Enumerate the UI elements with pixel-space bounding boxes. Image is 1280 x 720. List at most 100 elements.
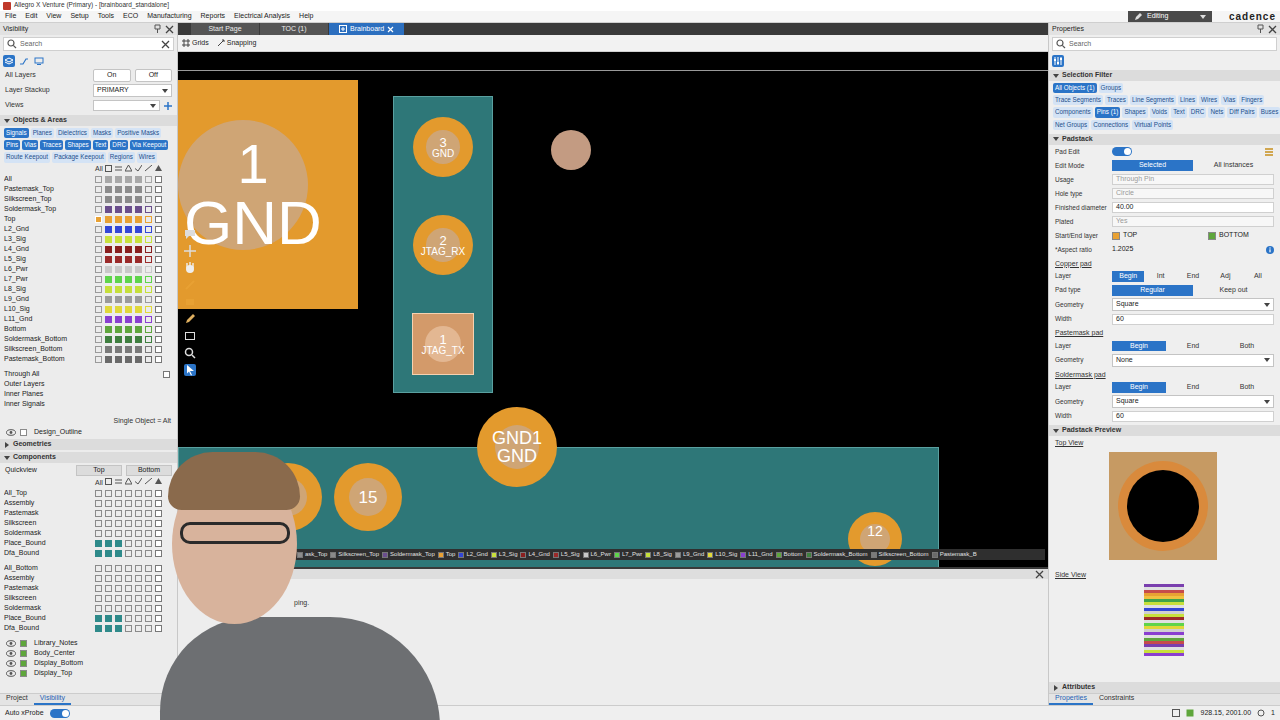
layer-visibility-box[interactable] — [105, 176, 112, 183]
layer-visibility-box[interactable] — [155, 276, 162, 283]
pad[interactable]: 2JTAG_RX — [413, 215, 473, 275]
layer-visibility-box[interactable] — [155, 326, 162, 333]
layer-visibility-box[interactable] — [145, 266, 152, 273]
group-label[interactable]: Inner Signals — [4, 400, 45, 409]
filter-chip[interactable]: Pins (1) — [1095, 107, 1121, 117]
close-icon[interactable] — [165, 25, 174, 34]
component-visibility-box[interactable] — [125, 520, 132, 527]
component-visibility-box[interactable] — [105, 605, 112, 612]
grid-status-icon[interactable] — [1172, 709, 1180, 717]
component-visibility-box[interactable] — [135, 605, 142, 612]
layer-visibility-box[interactable] — [115, 236, 122, 243]
layer-visibility-box[interactable] — [105, 236, 112, 243]
filter-chip[interactable]: Buses — [1259, 107, 1280, 117]
active-layer-marker[interactable] — [95, 346, 102, 353]
component-visibility-box[interactable] — [95, 595, 102, 602]
layer-visibility-box[interactable] — [145, 186, 152, 193]
filter-chip[interactable]: Planes — [31, 128, 54, 138]
menu-item[interactable]: File — [5, 12, 16, 21]
layer-visibility-box[interactable] — [135, 316, 142, 323]
color-box[interactable] — [20, 670, 27, 677]
component-visibility-box[interactable] — [145, 540, 152, 547]
document-tab[interactable]: TOC (1) — [260, 23, 328, 35]
segment-option[interactable]: Adj — [1209, 271, 1241, 282]
legend-item[interactable]: Top — [438, 551, 456, 559]
component-visibility-box[interactable] — [95, 605, 102, 612]
component-visibility-box[interactable] — [145, 530, 152, 537]
filter-chip[interactable]: Fingers — [1239, 95, 1264, 105]
component-visibility-box[interactable] — [135, 530, 142, 537]
component-visibility-box[interactable] — [155, 550, 162, 557]
toolbar-button[interactable]: Snapping — [217, 39, 257, 48]
pin-icon[interactable] — [1256, 24, 1265, 34]
panel-tab[interactable]: Properties — [1049, 694, 1093, 705]
column-icon[interactable] — [105, 165, 112, 172]
layer-visibility-box[interactable] — [105, 326, 112, 333]
component-visibility-box[interactable] — [145, 565, 152, 572]
layer-visibility-box[interactable] — [105, 226, 112, 233]
column-icon[interactable] — [125, 478, 132, 485]
menu-item[interactable]: Edit — [25, 12, 37, 21]
component-visibility-box[interactable] — [115, 540, 122, 547]
component-visibility-box[interactable] — [115, 615, 122, 622]
column-icon[interactable] — [125, 165, 132, 172]
component-visibility-box[interactable] — [135, 500, 142, 507]
filter-chip[interactable]: Text — [93, 140, 109, 150]
component-visibility-box[interactable] — [145, 615, 152, 622]
menu-item[interactable]: ECO — [123, 12, 138, 21]
component-visibility-box[interactable] — [145, 625, 152, 632]
snap-status-icon[interactable] — [1186, 709, 1194, 717]
component-visibility-box[interactable] — [115, 500, 122, 507]
component-visibility-box[interactable] — [155, 510, 162, 517]
caret-icon[interactable] — [4, 118, 10, 124]
color-box[interactable] — [20, 660, 27, 667]
component-visibility-box[interactable] — [125, 510, 132, 517]
component-visibility-box[interactable] — [95, 520, 102, 527]
component-visibility-box[interactable] — [95, 550, 102, 557]
layer-visibility-box[interactable] — [125, 206, 132, 213]
layer-visibility-box[interactable] — [115, 246, 122, 253]
segment-option[interactable]: Regular — [1112, 285, 1193, 296]
legend-item[interactable]: Soldermask_Bottom — [806, 551, 868, 559]
filter-chip[interactable]: Lines — [1178, 95, 1197, 105]
layer-visibility-box[interactable] — [135, 246, 142, 253]
color-box[interactable] — [20, 650, 27, 657]
layer-visibility-box[interactable] — [145, 196, 152, 203]
layer-visibility-box[interactable] — [155, 246, 162, 253]
filter-chip[interactable]: DRC — [1189, 107, 1207, 117]
layer-visibility-box[interactable] — [135, 356, 142, 363]
legend-item[interactable]: L5_Sig — [553, 551, 580, 559]
xprobe-toggle[interactable] — [50, 709, 70, 718]
component-visibility-box[interactable] — [145, 500, 152, 507]
layer-visibility-box[interactable] — [145, 216, 152, 223]
component-visibility-box[interactable] — [145, 605, 152, 612]
filter-chip[interactable]: Positive Masks — [115, 128, 161, 138]
layer-visibility-box[interactable] — [155, 196, 162, 203]
filter-chip[interactable]: All Objects (1) — [1053, 83, 1097, 93]
layer-visibility-box[interactable] — [145, 236, 152, 243]
layer-visibility-box[interactable] — [125, 276, 132, 283]
layer-visibility-box[interactable] — [145, 256, 152, 263]
component-visibility-box[interactable] — [115, 530, 122, 537]
component-visibility-box[interactable] — [155, 605, 162, 612]
component-visibility-box[interactable] — [155, 585, 162, 592]
component-visibility-box[interactable] — [125, 625, 132, 632]
layer-visibility-box[interactable] — [115, 186, 122, 193]
component-visibility-box[interactable] — [135, 615, 142, 622]
legend-item[interactable]: Bottom — [776, 551, 803, 559]
column-icon[interactable] — [115, 165, 122, 172]
layer-visibility-box[interactable] — [115, 306, 122, 313]
layer-visibility-box[interactable] — [145, 276, 152, 283]
layer-visibility-box[interactable] — [155, 266, 162, 273]
layer-visibility-box[interactable] — [155, 186, 162, 193]
layer-visibility-box[interactable] — [135, 306, 142, 313]
document-tab[interactable]: Start Page — [191, 23, 259, 35]
layer-visibility-box[interactable] — [135, 266, 142, 273]
legend-item[interactable]: L4_Gnd — [520, 551, 549, 559]
layer-visibility-box[interactable] — [155, 286, 162, 293]
pointer-icon[interactable] — [184, 364, 196, 376]
layer-visibility-box[interactable] — [125, 236, 132, 243]
layer-visibility-box[interactable] — [115, 346, 122, 353]
pin-icon[interactable] — [153, 24, 162, 34]
comment-icon[interactable] — [184, 228, 196, 240]
